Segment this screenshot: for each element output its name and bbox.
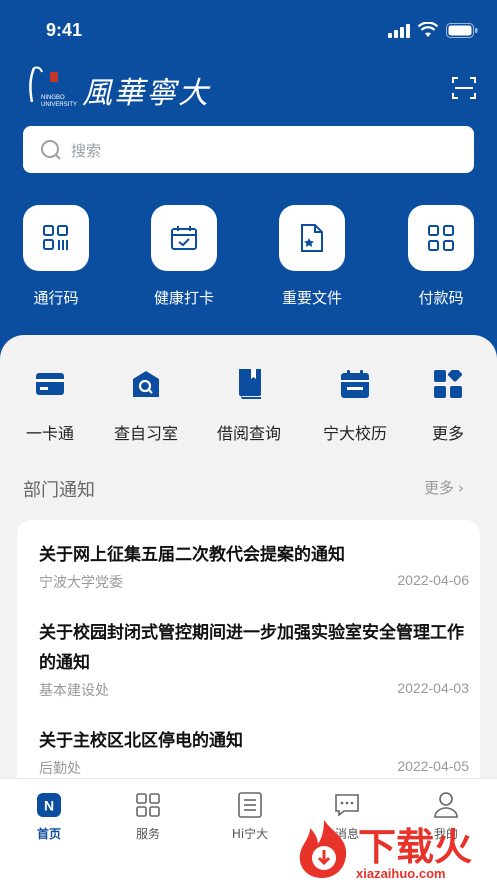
flame-download-icon — [299, 820, 347, 878]
notice-item[interactable]: 关于校园封闭式管控期间进一步加强实验室安全管理工作的通知 基本建设处 2022-… — [39, 618, 469, 700]
svg-text:NINGBO: NINGBO — [41, 95, 65, 101]
quick-action-pass-code[interactable]: 通行码 — [23, 205, 89, 307]
service-label: 借阅查询 — [216, 424, 281, 443]
more-label: 更多 — [424, 479, 455, 497]
file-star-icon — [301, 224, 323, 252]
quick-action-label: 重要文件 — [281, 289, 342, 307]
search-bar[interactable]: 搜索 — [23, 126, 474, 173]
service-label: 宁大校历 — [322, 424, 387, 443]
notice-source: 后勤处 — [39, 761, 81, 777]
wifi-icon — [418, 22, 438, 37]
notice-item[interactable]: 关于主校区北区停电的通知 后勤处 2022-04-05 — [39, 726, 469, 778]
service-study-room[interactable]: 查自习室 — [96, 368, 196, 444]
section-title-department-notices: 部门通知 — [23, 480, 95, 501]
quick-action-label: 付款码 — [418, 289, 464, 307]
notice-date: 2022-04-03 — [397, 680, 469, 696]
card-icon — [36, 373, 64, 395]
notice-item[interactable]: 关于网上征集五届二次教代会提案的通知 宁波大学党委 2022-04-06 — [39, 540, 469, 592]
watermark: 下载火 xiazaihuo.com — [290, 814, 497, 883]
signal-icon — [388, 24, 410, 38]
service-school-calendar[interactable]: 宁大校历 — [305, 368, 405, 444]
tab-services[interactable]: 服务 — [108, 789, 188, 842]
grid-icon — [136, 793, 160, 817]
search-icon — [41, 140, 61, 160]
status-bar: 9:41 — [0, 0, 497, 60]
notice-title: 关于主校区北区停电的通知 — [39, 731, 243, 751]
notice-source: 基本建设处 — [39, 683, 109, 699]
tab-hi-nbu[interactable]: Hi宁大 — [210, 789, 290, 842]
brand-calligraphy: 風華寧大 — [82, 76, 210, 111]
tab-label: 服务 — [135, 827, 160, 841]
service-label: 一卡通 — [25, 424, 74, 443]
search-room-icon — [133, 371, 159, 397]
notice-date: 2022-04-05 — [397, 758, 469, 774]
document-icon — [238, 792, 262, 818]
notice-source: 宁波大学党委 — [39, 575, 123, 591]
tab-home[interactable]: N 首页 — [9, 789, 89, 842]
tab-label: Hi宁大 — [231, 827, 269, 841]
notice-date: 2022-04-06 — [397, 572, 469, 588]
battery-icon — [446, 23, 478, 38]
service-more[interactable]: 更多 — [398, 368, 497, 444]
tab-label: 首页 — [36, 827, 61, 841]
quick-action-payment-code[interactable]: 付款码 — [408, 205, 474, 307]
book-icon — [239, 369, 261, 399]
service-label: 更多 — [431, 424, 464, 443]
quick-action-important-files[interactable]: 重要文件 — [279, 205, 345, 307]
quick-action-health-checkin[interactable]: 健康打卡 — [151, 205, 217, 307]
quick-action-label: 健康打卡 — [153, 289, 214, 307]
watermark-text: 下载火 — [358, 825, 473, 869]
status-time: 9:41 — [46, 20, 83, 40]
svg-text:N: N — [44, 798, 54, 814]
notice-title: 关于网上征集五届二次教代会提案的通知 — [39, 545, 345, 565]
service-label: 查自习室 — [113, 424, 178, 443]
chevron-right-icon: › — [458, 479, 465, 497]
notice-title: 关于校园封闭式管控期间进一步加强实验室安全管理工作的通知 — [39, 623, 464, 673]
qr-code-icon — [428, 225, 454, 251]
notices-more-link[interactable]: 更多 › — [424, 477, 464, 498]
qr-grid-icon — [43, 225, 68, 250]
service-borrow-query[interactable]: 借阅查询 — [199, 368, 299, 444]
notices-card: 关于网上征集五届二次教代会提案的通知 宁波大学党委 2022-04-06 关于校… — [17, 520, 480, 820]
watermark-url: xiazaihuo.com — [356, 866, 446, 881]
home-n-icon: N — [37, 793, 61, 817]
scan-icon[interactable] — [452, 76, 476, 100]
service-campus-card[interactable]: 一卡通 — [0, 368, 100, 444]
quick-action-label: 通行码 — [33, 289, 79, 307]
svg-text:UNIVERSITY: UNIVERSITY — [41, 102, 77, 108]
university-logo-icon: NINGBO UNIVERSITY — [29, 66, 77, 108]
calendar-icon — [341, 370, 369, 398]
apps-more-icon — [434, 370, 462, 398]
search-placeholder: 搜索 — [71, 142, 102, 160]
calendar-check-icon — [171, 226, 197, 250]
